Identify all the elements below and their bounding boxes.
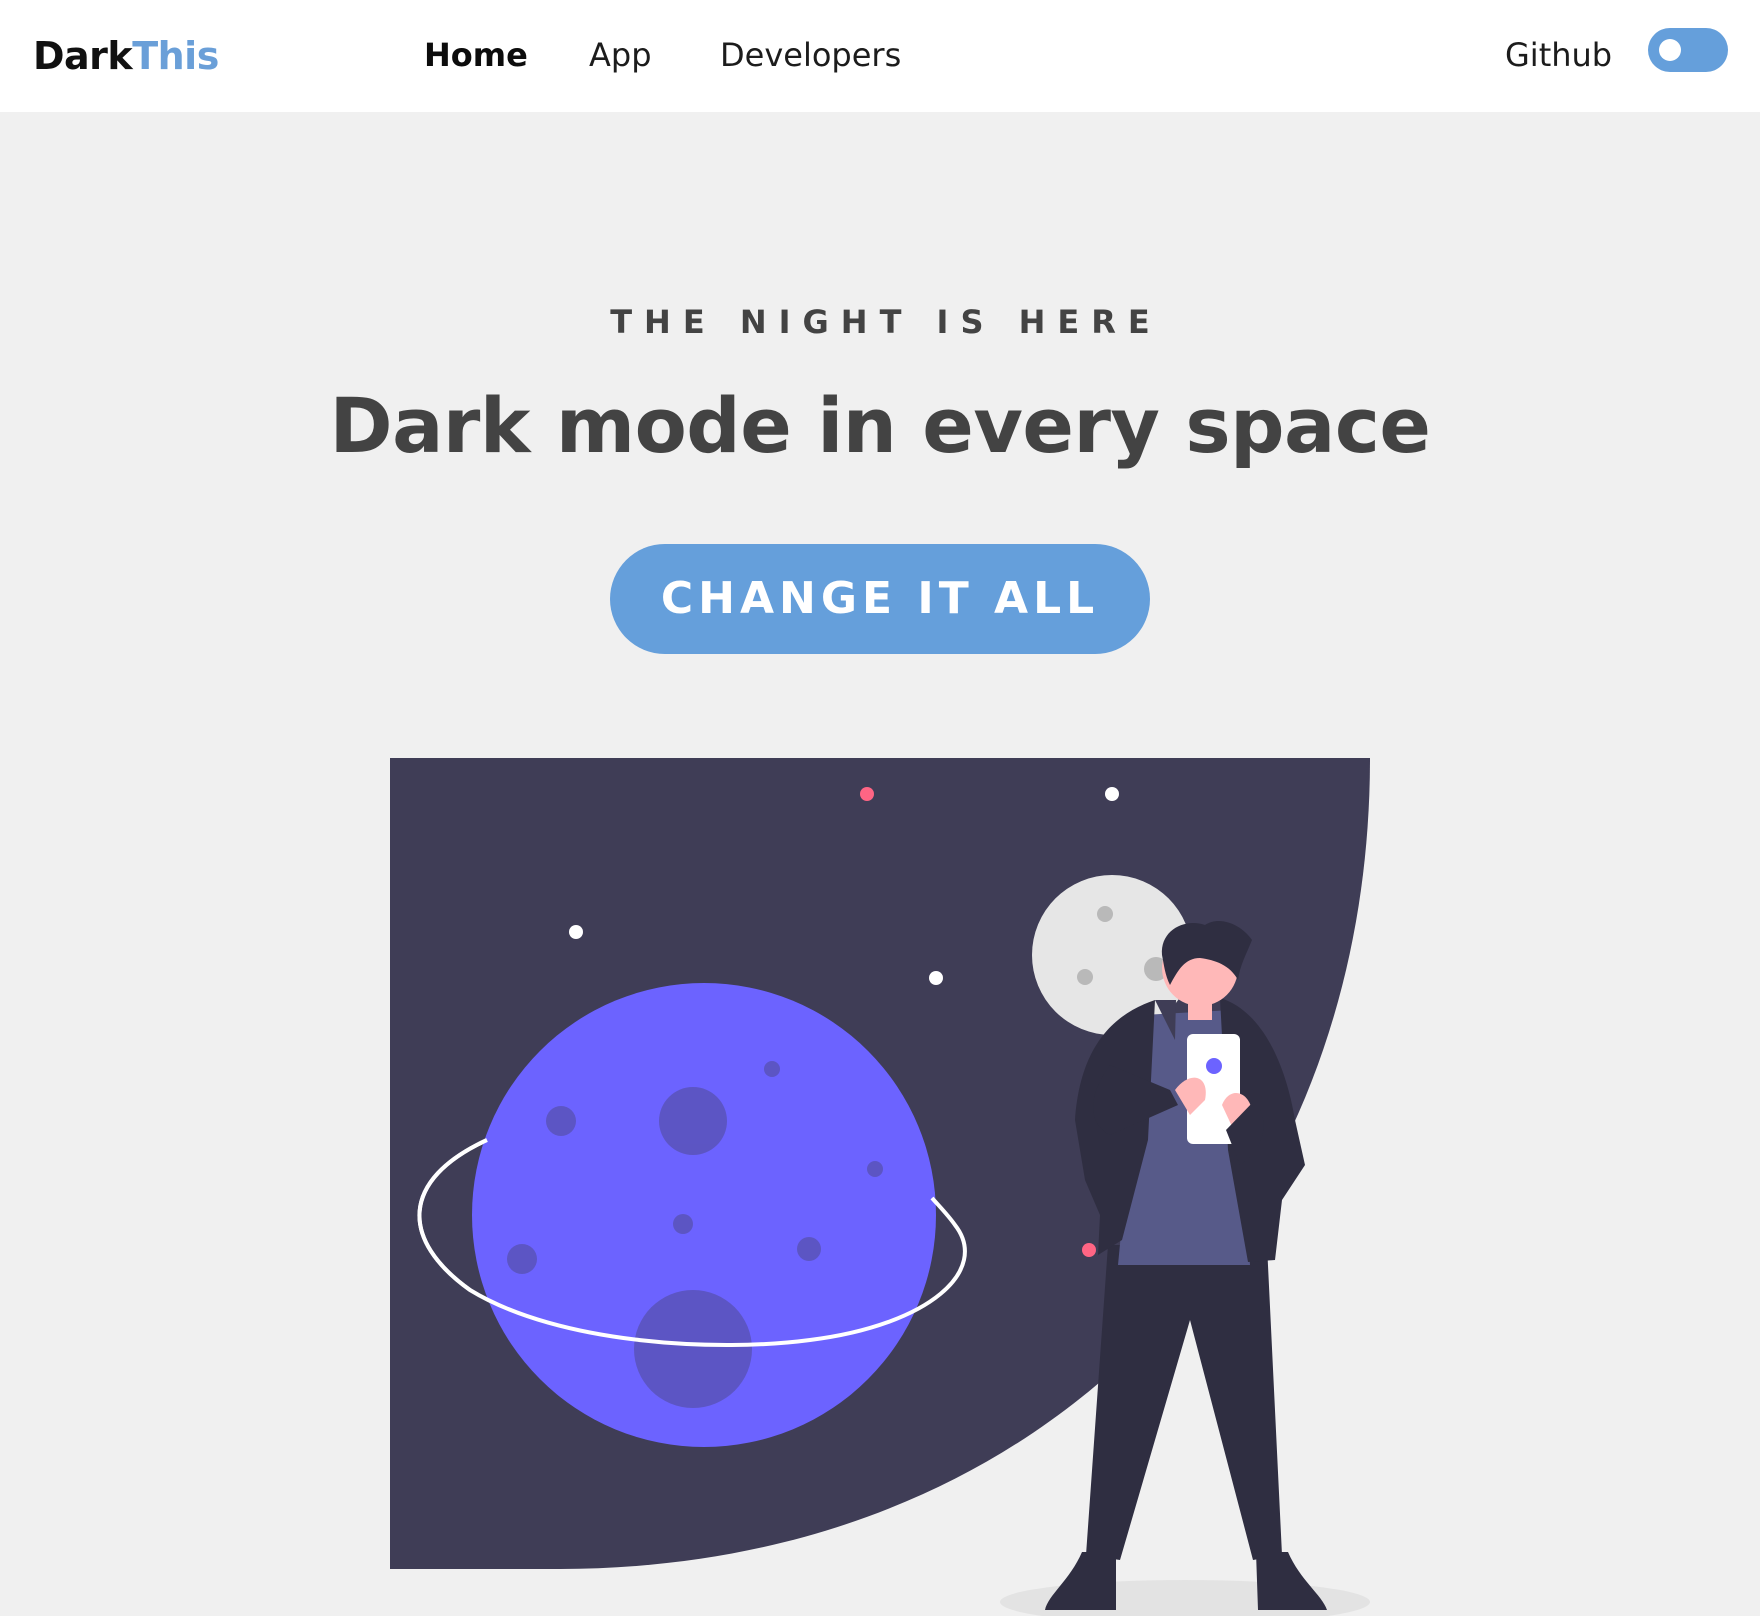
person-legs [1086,1245,1282,1560]
person-shoe [1045,1552,1116,1610]
planet-crater [797,1237,821,1261]
planet-crater [634,1290,752,1408]
star [569,925,583,939]
star [860,787,874,801]
moon-crater [1077,969,1093,985]
planet-crater [867,1161,883,1177]
star [1105,787,1119,801]
star [1082,1243,1096,1257]
person-shoe [1256,1552,1327,1610]
planet-crater [507,1244,537,1274]
moon-crater [1097,906,1113,922]
planet-crater [673,1214,693,1234]
planet-crater [764,1061,780,1077]
star [929,971,943,985]
planet-crater [659,1087,727,1155]
space-illustration [390,758,1370,1616]
phone-dot [1206,1058,1222,1074]
planet-crater [546,1106,576,1136]
